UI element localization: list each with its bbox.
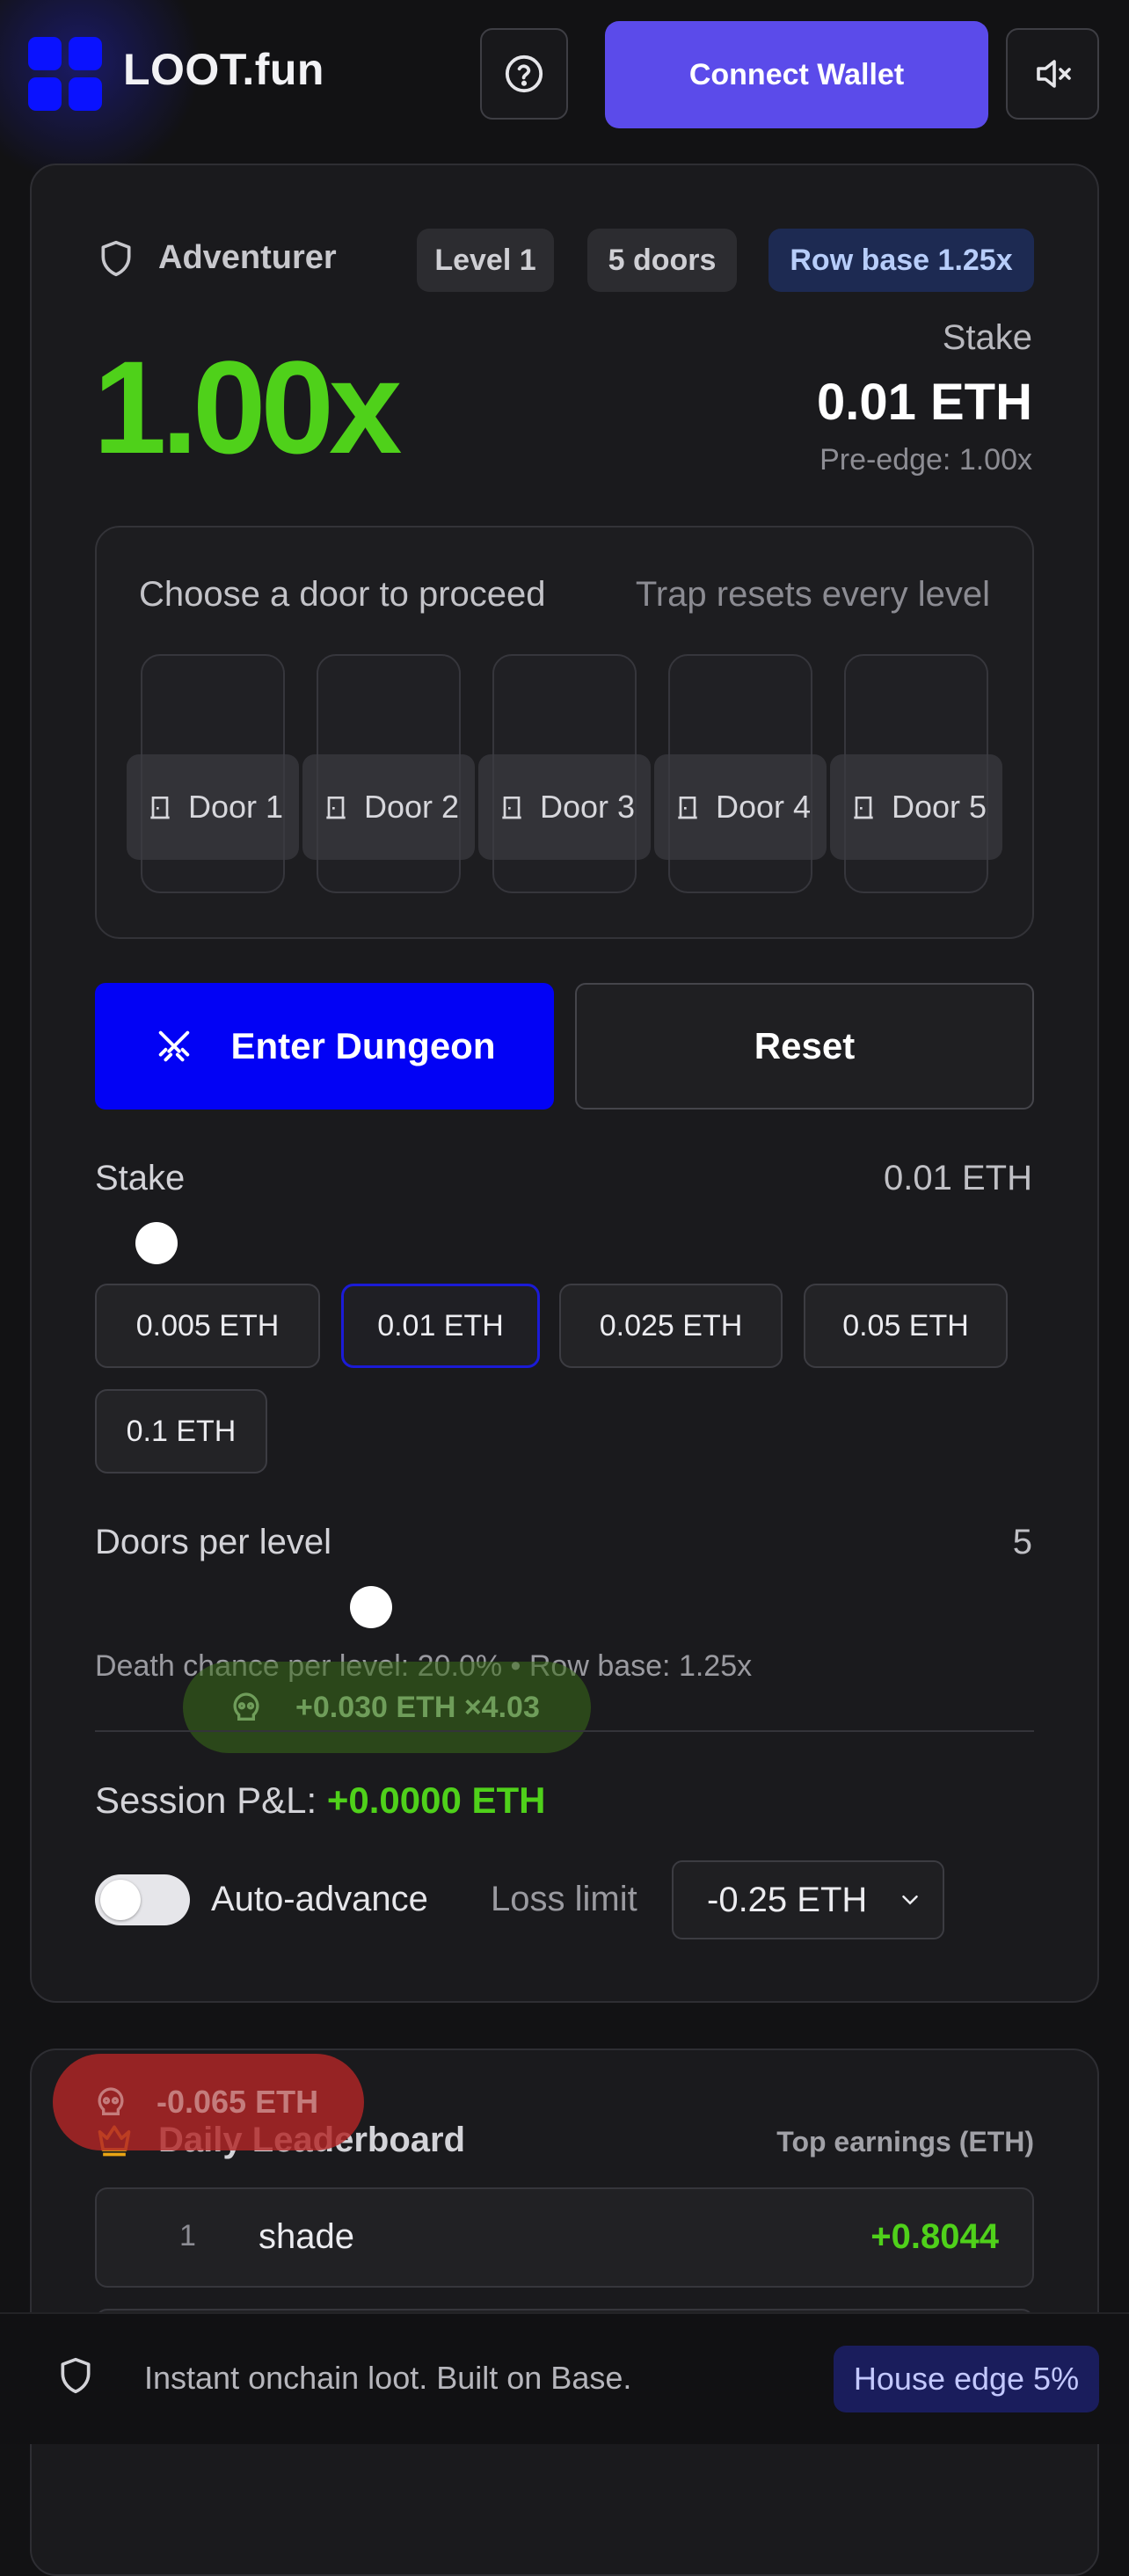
enter-dungeon-button[interactable]: Enter Dungeon	[95, 983, 554, 1110]
skull-icon	[222, 1690, 271, 1725]
row-base-badge: Row base 1.25x	[768, 229, 1034, 292]
divider	[95, 1730, 1034, 1732]
chevron-down-icon	[897, 1887, 923, 1913]
crossed-swords-icon	[154, 1026, 194, 1066]
session-pnl: Session P&L: +0.0000 ETH	[95, 1779, 546, 1822]
connect-wallet-button[interactable]: Connect Wallet	[605, 21, 988, 128]
door-icon	[146, 793, 181, 821]
stake-slider-thumb[interactable]	[135, 1222, 178, 1264]
leaderboard-rank: 1	[179, 2219, 196, 2252]
brand-name: LOOT.fun	[123, 45, 324, 94]
leaderboard-subtitle: Top earnings (ETH)	[776, 2126, 1034, 2158]
door-2-label[interactable]: Door 2	[302, 754, 475, 860]
door-1-label[interactable]: Door 1	[127, 754, 299, 860]
pre-edge-multiplier: Pre-edge: 1.00x	[819, 443, 1032, 477]
doors-hint: Choose a door to proceed	[139, 575, 546, 614]
role-label: Adventurer	[158, 239, 337, 276]
skull-icon	[86, 2085, 135, 2120]
loss-toast-text: -0.065 ETH	[157, 2084, 319, 2120]
stake-chip-01[interactable]: 0.1 ETH	[95, 1389, 267, 1474]
doors-note: Trap resets every level	[635, 575, 990, 614]
current-multiplier: 1.00x	[93, 333, 402, 481]
shield-icon	[61, 2357, 91, 2394]
stake-chip-001[interactable]: 0.01 ETH	[341, 1284, 540, 1368]
footer-bar: Instant onchain loot. Built on Base. Hou…	[0, 2312, 1129, 2444]
leaderboard-player: shade	[259, 2217, 354, 2256]
stake-value: 0.01 ETH	[884, 1159, 1032, 1197]
doors-slider-thumb[interactable]	[350, 1586, 392, 1628]
stake-chip-0025[interactable]: 0.025 ETH	[559, 1284, 783, 1368]
door-1-text: Door 1	[187, 789, 284, 825]
door-icon	[498, 793, 533, 821]
auto-advance-toggle[interactable]	[95, 1874, 190, 1925]
shield-icon	[101, 240, 131, 277]
win-toast-text: +0.030 ETH ×4.03	[295, 1690, 540, 1724]
doors-per-level-label: Doors per level	[95, 1523, 332, 1561]
auto-advance-label: Auto-advance	[211, 1880, 428, 1918]
toggle-thumb	[100, 1880, 141, 1920]
door-icon	[322, 793, 357, 821]
door-2-text: Door 2	[363, 789, 460, 825]
session-pnl-value: +0.0000 ETH	[326, 1779, 546, 1821]
stake-label: Stake	[95, 1159, 186, 1197]
loss-limit-label: Loss limit	[491, 1880, 637, 1918]
question-circle-icon	[505, 55, 543, 93]
stake-amount: 0.01 ETH	[817, 374, 1032, 431]
volume-muted-icon	[1037, 60, 1071, 88]
doors-badge: 5 doors	[587, 229, 737, 292]
door-5-text: Door 5	[891, 789, 987, 825]
house-edge-badge: House edge 5%	[834, 2346, 1099, 2412]
top-bar: LOOT.fun Connect Wallet	[0, 0, 1129, 193]
door-5-label[interactable]: Door 5	[830, 754, 1002, 860]
door-3-text: Door 3	[539, 789, 636, 825]
loss-limit-value: -0.25 ETH	[707, 1880, 868, 1919]
door-icon	[674, 793, 709, 821]
mute-button[interactable]	[1006, 28, 1099, 120]
win-toast: +0.030 ETH ×4.03	[183, 1662, 591, 1753]
door-4-label[interactable]: Door 4	[654, 754, 827, 860]
session-pnl-label: Session P&L:	[95, 1779, 317, 1821]
doors-slider[interactable]	[95, 1605, 1034, 1609]
level-badge: Level 1	[417, 229, 554, 292]
enter-dungeon-label: Enter Dungeon	[230, 1025, 496, 1066]
help-button[interactable]	[480, 28, 568, 120]
stake-slider[interactable]	[95, 1241, 1034, 1245]
door-4-text: Door 4	[715, 789, 812, 825]
door-3-label[interactable]: Door 3	[478, 754, 651, 860]
stake-chip-0005[interactable]: 0.005 ETH	[95, 1284, 320, 1368]
leaderboard-row[interactable]: 1 shade +0.8044	[95, 2187, 1034, 2288]
loss-limit-select[interactable]: -0.25 ETH	[672, 1860, 944, 1939]
loss-toast: -0.065 ETH	[53, 2054, 364, 2150]
logo-icon	[28, 37, 104, 113]
leaderboard-score: +0.8044	[870, 2217, 999, 2256]
reset-button[interactable]: Reset	[575, 983, 1034, 1110]
stake-chip-005[interactable]: 0.05 ETH	[804, 1284, 1008, 1368]
door-icon	[849, 793, 885, 821]
footer-message: Instant onchain loot. Built on Base.	[144, 2360, 632, 2396]
stake-caption: Stake	[942, 318, 1032, 357]
doors-per-level-value: 5	[1012, 1523, 1032, 1561]
